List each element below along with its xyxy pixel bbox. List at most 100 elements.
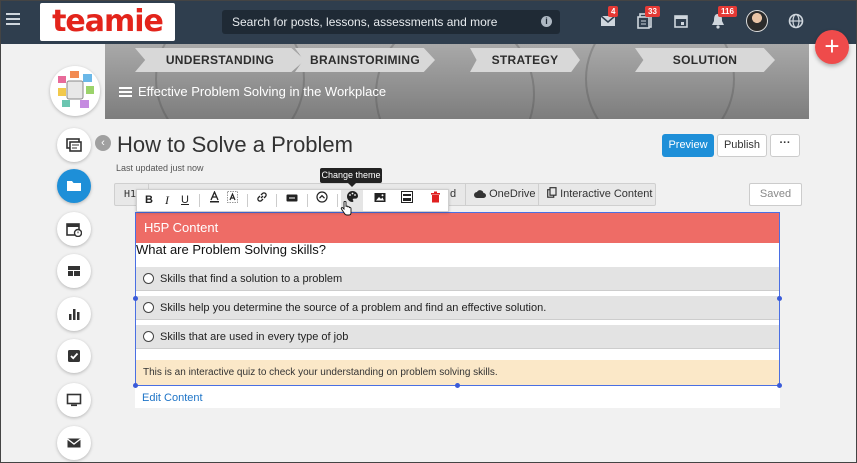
updates-button[interactable] — [57, 128, 91, 162]
media-button[interactable] — [398, 190, 416, 211]
updates-icon — [66, 138, 82, 152]
quiz-option[interactable]: Skills that are used in every type of jo… — [136, 325, 779, 349]
italic-button[interactable]: I — [158, 190, 176, 211]
onedrive-label: OneDrive — [489, 188, 536, 200]
top-navigation-bar: teamie Search for posts, lessons, assess… — [0, 0, 857, 44]
back-button[interactable]: ‹ — [95, 135, 111, 151]
toolbar-partial-label[interactable]: d — [450, 184, 464, 205]
copy-icon — [547, 187, 557, 198]
messages-button[interactable] — [57, 426, 91, 460]
delete-button[interactable] — [426, 190, 444, 211]
resize-handle[interactable] — [777, 383, 782, 388]
h5p-content-header: H5P Content — [136, 213, 779, 243]
interactive-content-label: Interactive Content — [560, 188, 653, 200]
highlight-button[interactable] — [223, 190, 241, 211]
interactive-content-button[interactable]: Interactive Content — [539, 184, 655, 205]
image-icon — [374, 193, 386, 202]
text-color-button[interactable] — [205, 190, 223, 211]
hand-cursor-icon — [340, 201, 352, 216]
toolbar-separator — [247, 194, 248, 207]
process-steps: UNDERSTANDING BRAINSTORIMING STRATEGY SO… — [105, 48, 809, 72]
resize-handle[interactable] — [777, 296, 782, 301]
underline-button[interactable]: U — [176, 190, 194, 211]
radio-button[interactable] — [143, 273, 154, 284]
dashboard-button[interactable] — [57, 254, 91, 288]
mail-icon — [67, 438, 81, 448]
save-status: Saved — [749, 183, 802, 206]
checklist-icon — [68, 350, 80, 362]
calendar-icon — [66, 223, 82, 237]
quiz-option-label: Skills that are used in every type of jo… — [160, 331, 349, 343]
create-button[interactable]: + — [815, 30, 849, 64]
quiz-option[interactable]: Skills that find a solution to a problem — [136, 267, 779, 291]
quiz-option-label: Skills help you determine the source of … — [160, 302, 547, 314]
onedrive-button[interactable]: OneDrive — [465, 184, 539, 205]
format-toolbar: B I U — [136, 189, 449, 212]
course-banner: UNDERSTANDING BRAINSTORIMING STRATEGY SO… — [105, 44, 809, 119]
monitor-icon — [66, 393, 82, 407]
bold-button[interactable]: B — [140, 190, 158, 211]
text-color-icon — [209, 190, 219, 203]
more-options-button[interactable]: ··· — [770, 134, 800, 157]
embed-button[interactable] — [283, 190, 301, 211]
dashboard-icon — [68, 266, 80, 276]
toolbar-separator — [337, 194, 338, 207]
step-solution: SOLUTION — [635, 48, 775, 72]
teamie-logo[interactable]: teamie — [40, 3, 175, 41]
menu-icon[interactable] — [6, 13, 20, 27]
notifications-icon[interactable]: 116 — [709, 6, 737, 30]
page-title: How to Solve a Problem — [117, 132, 353, 157]
search-placeholder: Search for posts, lessons, assessments a… — [232, 15, 498, 29]
posts-icon[interactable]: 33 — [636, 6, 660, 30]
toolbar-separator — [276, 194, 277, 207]
cloud-icon — [474, 190, 486, 198]
schedule-button[interactable] — [57, 212, 91, 246]
radio-button[interactable] — [143, 331, 154, 342]
step-strategy: STRATEGY — [470, 48, 580, 72]
calendar-icon[interactable] — [672, 12, 690, 30]
quiz-option-label: Skills that find a solution to a problem — [160, 273, 343, 285]
posts-badge: 33 — [645, 6, 660, 17]
resize-handle[interactable] — [455, 383, 460, 388]
analytics-icon — [69, 309, 80, 320]
chevron-up-icon — [316, 191, 328, 203]
link-button[interactable] — [253, 190, 271, 211]
quiz-question: What are Problem Solving skills? — [136, 242, 327, 257]
collapse-button[interactable] — [313, 190, 331, 211]
mail-badge: 4 — [608, 6, 619, 17]
info-icon[interactable]: i — [541, 16, 552, 27]
notifications-badge: 116 — [718, 6, 737, 17]
link-icon — [257, 192, 267, 202]
step-brainstorming: BRAINSTORIMING — [295, 48, 435, 72]
quiz-option[interactable]: Skills help you determine the source of … — [136, 296, 779, 320]
last-updated: Last updated just now — [116, 163, 204, 173]
change-theme-tooltip: Change theme — [320, 168, 382, 187]
publish-button[interactable]: Publish — [717, 134, 767, 157]
tasks-button[interactable] — [57, 339, 91, 373]
files-button[interactable] — [57, 169, 91, 203]
analytics-button[interactable] — [57, 297, 91, 331]
search-input[interactable]: Search for posts, lessons, assessments a… — [222, 10, 560, 34]
globe-icon[interactable] — [787, 12, 805, 30]
keyboard-icon — [286, 194, 298, 202]
preview-button[interactable]: Preview — [662, 134, 714, 157]
radio-button[interactable] — [143, 302, 154, 313]
quiz-description: This is an interactive quiz to check you… — [136, 360, 779, 385]
highlight-icon — [226, 191, 238, 203]
mail-icon[interactable]: 4 — [599, 6, 619, 30]
classroom-button[interactable] — [57, 383, 91, 417]
toolbar-separator — [199, 194, 200, 207]
toolbar-separator — [307, 194, 308, 207]
folder-icon — [67, 181, 81, 191]
course-title[interactable]: Effective Problem Solving in the Workpla… — [138, 84, 386, 100]
media-icon — [401, 191, 413, 203]
image-button[interactable] — [371, 190, 389, 211]
resize-handle[interactable] — [133, 383, 138, 388]
edit-content-link[interactable]: Edit Content — [142, 392, 203, 404]
user-avatar[interactable] — [746, 10, 768, 32]
resize-handle[interactable] — [133, 296, 138, 301]
banner-menu-icon[interactable] — [119, 87, 132, 99]
trash-icon — [430, 191, 440, 203]
course-image[interactable] — [50, 66, 100, 116]
step-understanding: UNDERSTANDING — [135, 48, 305, 72]
